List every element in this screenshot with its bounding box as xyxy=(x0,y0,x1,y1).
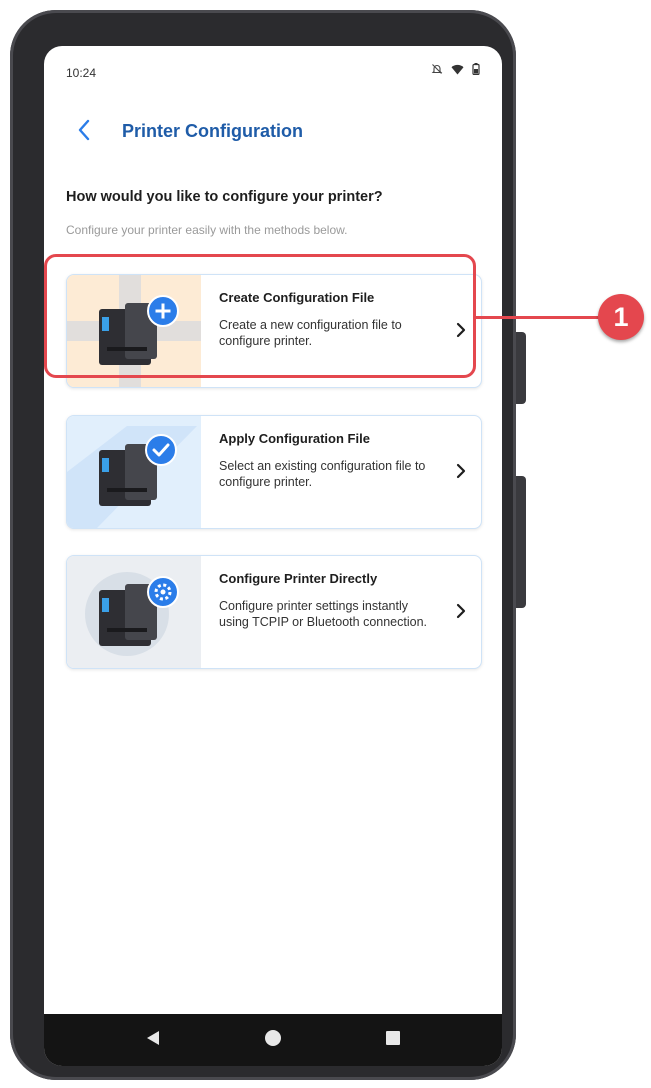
option-description: Select an existing configuration file to… xyxy=(219,459,426,489)
recents-square-icon xyxy=(385,1030,401,1051)
option-title: Apply Configuration File xyxy=(219,431,370,446)
nav-back-button[interactable] xyxy=(123,1014,183,1066)
chevron-right-icon xyxy=(451,460,471,482)
option-image xyxy=(67,416,201,528)
bell-off-icon xyxy=(431,63,443,78)
wifi-icon xyxy=(451,64,464,78)
volume-button xyxy=(516,332,526,404)
navigation-bar xyxy=(44,1014,502,1066)
highlight-box xyxy=(44,254,476,378)
callout-line xyxy=(476,316,604,319)
check-badge-icon xyxy=(145,434,177,466)
status-icons xyxy=(431,63,480,78)
phone-screen: 10:24 Printer Configuration How would yo… xyxy=(44,46,502,1066)
option-image xyxy=(67,556,201,668)
home-circle-icon xyxy=(264,1029,282,1052)
phone-frame: 10:24 Printer Configuration How would yo… xyxy=(10,10,526,1080)
option-configure-printer-directly[interactable]: Configure Printer Directly Configure pri… xyxy=(66,555,482,669)
page-title: Printer Configuration xyxy=(122,121,303,141)
option-description: Configure printer settings instantly usi… xyxy=(219,599,428,629)
back-triangle-icon xyxy=(146,1030,160,1051)
callout-badge: 1 xyxy=(598,294,644,340)
nav-recents-button[interactable] xyxy=(363,1014,423,1066)
status-bar: 10:24 xyxy=(44,46,502,96)
chevron-left-icon xyxy=(77,119,91,146)
chevron-right-icon xyxy=(451,600,471,622)
question-heading: How would you like to configure your pri… xyxy=(66,189,383,205)
nav-home-button[interactable] xyxy=(243,1014,303,1066)
battery-icon xyxy=(472,63,480,78)
power-button xyxy=(516,476,526,608)
status-time: 10:24 xyxy=(66,66,97,80)
option-title: Configure Printer Directly xyxy=(219,571,378,586)
option-apply-configuration-file[interactable]: Apply Configuration File Select an exist… xyxy=(66,415,482,529)
app-header: Printer Configuration xyxy=(44,112,502,152)
question-subtitle: Configure your printer easily with the m… xyxy=(66,223,348,237)
back-button[interactable] xyxy=(72,118,96,146)
gear-badge-icon xyxy=(147,576,179,608)
